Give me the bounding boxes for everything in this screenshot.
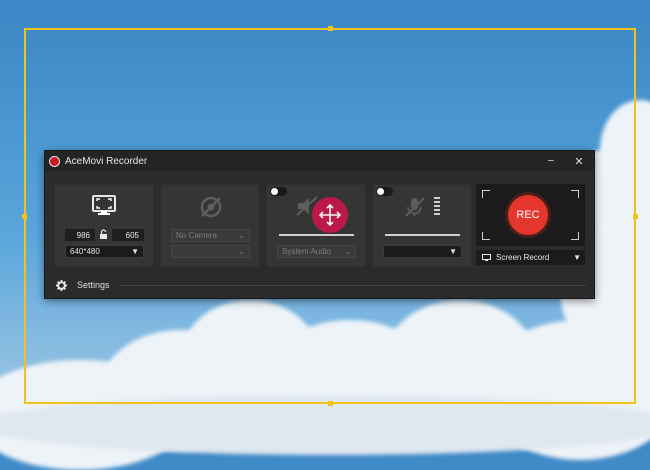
microphone-muted-icon[interactable] — [403, 195, 427, 219]
camera-value: No Camera — [176, 231, 217, 240]
system-audio-volume-slider[interactable] — [279, 234, 354, 236]
close-button[interactable]: ✕ — [567, 151, 591, 171]
height-field[interactable]: 605 — [112, 229, 144, 241]
width-field[interactable]: 986 — [65, 229, 95, 241]
app-logo-icon — [49, 155, 60, 167]
chevron-down-icon: ⌄ — [238, 247, 245, 256]
corner-mark — [482, 190, 490, 198]
resize-handle-top[interactable] — [328, 26, 333, 31]
camera-select[interactable]: No Camera ⌄ — [171, 229, 250, 242]
microphone-select[interactable]: ▼ — [383, 245, 462, 258]
camera-panel: No Camera ⌄ ⌄ — [160, 184, 260, 267]
mic-level-meter — [434, 197, 440, 215]
monitor-icon — [482, 254, 491, 261]
corner-mark — [482, 232, 490, 240]
record-button[interactable]: REC — [508, 195, 548, 235]
gear-icon[interactable] — [56, 279, 67, 291]
chevron-down-icon: ▼ — [449, 247, 457, 256]
record-mode-select[interactable]: Screen Record ▼ — [476, 250, 585, 265]
microphone-volume-slider[interactable] — [385, 234, 460, 236]
minimize-button[interactable]: − — [539, 151, 563, 171]
microphone-panel: ▼ — [372, 184, 472, 267]
chevron-down-icon: ⌄ — [238, 231, 245, 240]
system-audio-toggle[interactable] — [270, 187, 287, 196]
move-cursor[interactable] — [312, 197, 348, 233]
settings-row[interactable]: Settings — [45, 275, 594, 295]
microphone-toggle[interactable] — [376, 187, 393, 196]
move-arrows-icon — [318, 203, 342, 227]
resize-handle-left[interactable] — [22, 214, 27, 219]
resize-handle-right[interactable] — [633, 214, 638, 219]
screen-panel: 986 605 640*480 ▼ — [54, 184, 154, 267]
record-panel: REC — [476, 184, 585, 246]
settings-divider — [119, 285, 586, 286]
title-bar[interactable]: AceMovi Recorder − ✕ — [45, 151, 594, 171]
chevron-down-icon: ▼ — [131, 247, 139, 256]
resolution-select[interactable]: 640*480 ▼ — [65, 245, 144, 258]
chevron-down-icon: ▼ — [573, 253, 581, 262]
resize-handle-bottom[interactable] — [328, 401, 333, 406]
system-audio-value: System Audio — [282, 247, 331, 256]
camera-format-select[interactable]: ⌄ — [171, 245, 250, 258]
record-mode-value: Screen Record — [496, 253, 550, 262]
screen-capture-icon[interactable] — [92, 195, 116, 216]
camera-off-icon[interactable] — [199, 195, 223, 219]
lock-icon[interactable] — [99, 229, 108, 240]
app-title: AceMovi Recorder — [65, 155, 148, 167]
system-audio-select[interactable]: System Audio ⌄ — [277, 245, 356, 258]
corner-mark — [571, 190, 579, 198]
settings-label[interactable]: Settings — [77, 280, 110, 290]
chevron-down-icon: ⌄ — [344, 247, 351, 256]
resolution-value: 640*480 — [70, 247, 100, 256]
corner-mark — [571, 232, 579, 240]
